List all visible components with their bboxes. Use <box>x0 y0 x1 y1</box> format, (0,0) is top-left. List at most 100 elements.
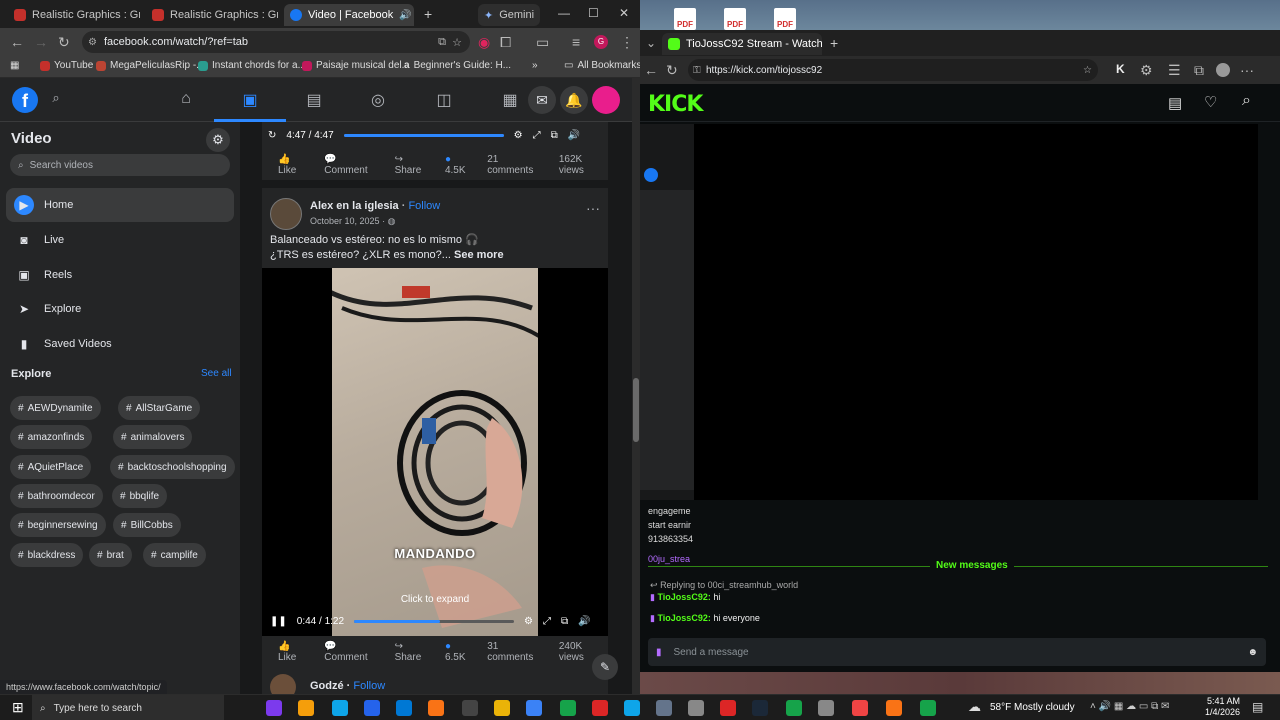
search-input[interactable]: ⌕ Search videos <box>10 154 230 176</box>
taskbar-app-icon[interactable] <box>786 700 802 716</box>
comment-button[interactable]: 💬 Comment <box>324 154 380 176</box>
page-scrollbar[interactable] <box>632 78 640 694</box>
like-button[interactable]: 👍 Like <box>278 641 310 663</box>
chat-input[interactable]: ▮ Send a message ☻ <box>648 638 1266 666</box>
gaming-icon[interactable]: ◫ <box>434 90 454 110</box>
taskbar-app-icon[interactable] <box>526 700 542 716</box>
bookmark-megapeliculas[interactable]: MegaPeliculasRip -... <box>96 60 204 71</box>
tab-facebook[interactable]: Video | Facebook 🔊 ✕ <box>284 4 414 26</box>
avatar[interactable] <box>270 674 296 694</box>
favorites-icon[interactable]: ☰ <box>1168 62 1181 79</box>
chat-username[interactable]: 00ju_strea <box>648 552 693 566</box>
new-messages-label[interactable]: New messages <box>930 560 1014 571</box>
reload-icon[interactable]: ↻ <box>58 34 70 51</box>
collections-icon[interactable]: ⧉ <box>1194 62 1204 79</box>
pip-icon[interactable]: ⧉ <box>561 616 568 627</box>
heart-icon[interactable]: ♡ <box>1204 93 1217 111</box>
tab-list-icon[interactable]: ⌄ <box>646 36 656 50</box>
see-more-link[interactable]: See more <box>454 249 504 261</box>
topic-tag[interactable]: # bbqlife <box>112 484 168 508</box>
settings-gear-icon[interactable]: ⚙ <box>206 128 230 152</box>
puzzle-icon[interactable]: ⧠ <box>500 34 511 51</box>
messenger-icon[interactable]: ✉ <box>528 86 556 114</box>
follow-button[interactable]: Follow <box>353 680 385 692</box>
fullscreen-icon[interactable]: ⤢ <box>543 616 551 627</box>
bookmark-youtube[interactable]: YouTube <box>40 60 93 71</box>
more-options-icon[interactable]: ··· <box>586 200 600 216</box>
tab-gemini[interactable]: ✦ Gemini <box>478 4 540 26</box>
share-button[interactable]: ↪ Share <box>395 154 431 176</box>
search-icon[interactable]: ⌕ <box>1242 92 1251 110</box>
taskbar-app-icon[interactable] <box>266 700 282 716</box>
menu-icon[interactable]: ⋮ <box>620 34 634 51</box>
groups-icon[interactable]: ◎ <box>368 90 388 110</box>
taskbar-app-icon[interactable] <box>494 700 510 716</box>
pip-icon[interactable]: ⧉ <box>551 130 558 141</box>
topic-tag[interactable]: # beginnersewing <box>10 513 106 537</box>
tab-kick[interactable]: TioJossC92 Stream - Watch Live o ✕ <box>662 33 822 55</box>
chat-username[interactable]: TioJossC92 <box>657 613 707 623</box>
back-icon[interactable]: ← <box>10 34 24 50</box>
taskbar-app-icon[interactable] <box>332 700 348 716</box>
taskbar-app-icon[interactable] <box>592 700 608 716</box>
sidebar-item-home[interactable]: ▶ Home <box>6 188 234 222</box>
post-date[interactable]: October 10, 2025 <box>310 216 380 226</box>
url-input[interactable]: ⚙ facebook.com/watch/?ref=tab ⧉ ☆ <box>82 31 470 53</box>
topic-tag[interactable]: # camplife <box>143 543 206 567</box>
facebook-logo[interactable]: f <box>12 87 38 113</box>
taskbar-app-icon[interactable] <box>818 700 834 716</box>
topic-tag[interactable]: # backtoschoolshopping <box>110 455 235 479</box>
topic-tag[interactable]: # BillCobbs <box>113 513 181 537</box>
taskbar-app-icon[interactable] <box>298 700 314 716</box>
see-all-link[interactable]: See all <box>201 368 232 379</box>
url-input[interactable]: ⚿ https://kick.com/tiojossc92 ☆ <box>688 59 1098 81</box>
sidebar-item-explore[interactable]: ➤ Explore <box>6 292 234 326</box>
emoji-icon[interactable]: ☻ <box>1247 647 1258 658</box>
follow-button[interactable]: Follow <box>408 200 440 212</box>
extension-icon[interactable]: ⚙ <box>1140 62 1153 79</box>
taskbar-app-icon[interactable] <box>462 700 478 716</box>
scrollbar-thumb[interactable] <box>633 378 639 442</box>
back-icon[interactable]: ← <box>644 62 658 78</box>
weather-icon[interactable]: ☁ <box>968 699 981 715</box>
pdf-file-icon[interactable]: PDF <box>774 8 796 30</box>
volume-icon[interactable]: 🔊 <box>578 616 590 627</box>
reaction-count[interactable]: ● 4.5K <box>445 154 473 176</box>
taskbar-search-input[interactable]: ⌕ Type here to search <box>32 695 224 720</box>
taskbar-app-icon[interactable] <box>688 700 704 716</box>
sidebar-icon[interactable]: ▭ <box>536 34 549 51</box>
taskbar-app-icon[interactable] <box>560 700 576 716</box>
topic-tag[interactable]: # AEWDynamite <box>10 396 101 420</box>
maximize-icon[interactable]: ☐ <box>588 6 599 20</box>
clock[interactable]: 5:41 AM 1/4/2026 <box>1200 696 1240 718</box>
fullscreen-icon[interactable]: ⤢ <box>533 130 541 141</box>
profile-avatar[interactable]: G <box>594 35 608 49</box>
menu-grid-icon[interactable]: ▦ <box>500 90 520 110</box>
taskbar-app-icon[interactable] <box>920 700 936 716</box>
notifications-icon[interactable]: 🔔 <box>560 86 588 114</box>
profile-avatar[interactable] <box>1216 63 1230 77</box>
menu-icon[interactable]: ··· <box>1240 62 1254 78</box>
pdf-file-icon[interactable]: PDF <box>724 8 746 30</box>
progress-bar[interactable] <box>343 133 504 137</box>
cast-icon[interactable]: ⧉ <box>438 36 446 49</box>
site-info-icon[interactable]: ⚙ <box>88 37 97 48</box>
home-icon[interactable]: ⌂ <box>176 90 196 110</box>
taskbar-app-icon[interactable] <box>396 700 412 716</box>
notification-icon[interactable]: ▤ <box>1252 700 1263 714</box>
like-button[interactable]: 👍 Like <box>278 154 310 176</box>
post-author[interactable]: Alex en la iglesia <box>310 200 399 212</box>
marketplace-icon[interactable]: ▤ <box>304 90 324 110</box>
avatar[interactable] <box>592 86 620 114</box>
windows-start-icon[interactable]: ⊞ <box>12 699 24 716</box>
bookmark-paisaje[interactable]: Paisaje musical del... <box>302 60 410 71</box>
new-tab-icon[interactable]: + <box>830 35 838 51</box>
topic-tag[interactable]: # bathroomdecor <box>10 484 103 508</box>
share-button[interactable]: ↪ Share <box>395 641 431 663</box>
taskbar-app-icon[interactable] <box>720 700 736 716</box>
reaction-count[interactable]: ● 6.5K <box>445 641 473 663</box>
topic-tag[interactable]: # blackdress <box>10 543 84 567</box>
all-bookmarks[interactable]: ▭ All Bookmarks <box>564 60 640 71</box>
pause-icon[interactable]: ❚❚ <box>270 616 287 627</box>
bookmark-chords[interactable]: Instant chords for a... <box>198 60 306 71</box>
